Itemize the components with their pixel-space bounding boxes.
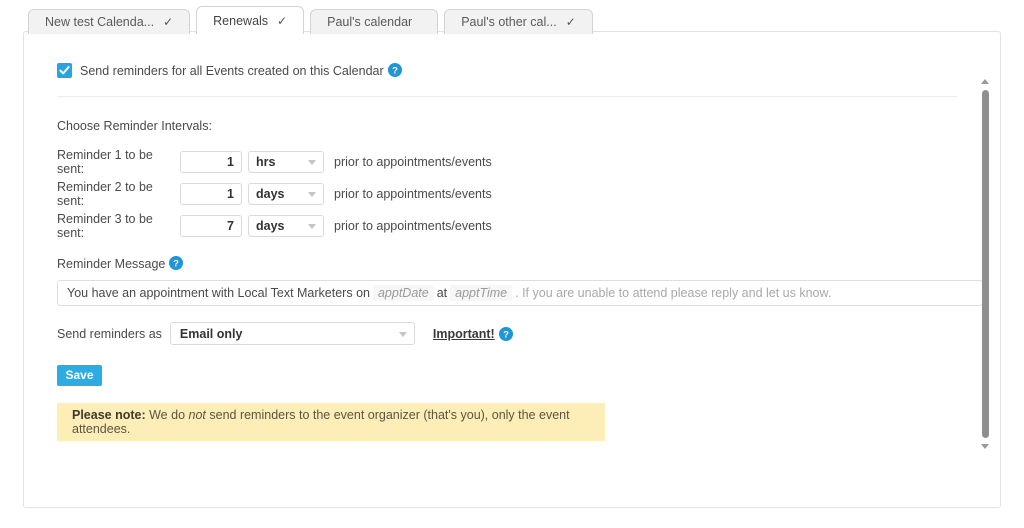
tab-pauls-calendar[interactable]: Paul's calendar (310, 9, 439, 34)
tab-label: Paul's calendar (327, 15, 413, 29)
chevron-down-icon (308, 192, 316, 197)
message-token-appttime: apptTime (450, 285, 513, 301)
send-reminders-checkbox[interactable] (57, 63, 72, 78)
reminder-message-input[interactable]: You have an appointment with Local Text … (57, 280, 983, 306)
help-circle-icon[interactable]: ? (498, 326, 513, 341)
send-reminders-as-value: Email only (179, 326, 243, 341)
choose-intervals-label: Choose Reminder Intervals: (57, 119, 212, 133)
note-emphasis: not (188, 408, 206, 422)
calendar-tabs: New test Calenda... ✓ Renewals ✓ Paul's … (28, 6, 599, 34)
calendar-reminders-screen: New test Calenda... ✓ Renewals ✓ Paul's … (0, 0, 1024, 528)
message-part-1: You have an appointment with Local Text … (67, 286, 370, 300)
reminder-1-unit-value: hrs (256, 155, 276, 169)
section-divider (57, 96, 957, 97)
tab-check-icon: ✓ (163, 15, 174, 29)
reminder-3-suffix: prior to appointments/events (334, 219, 492, 233)
please-note-banner: Please note: We do not send reminders to… (57, 403, 605, 441)
reminder-2-unit-select[interactable]: days (248, 183, 324, 205)
send-reminders-as-label: Send reminders as (57, 326, 162, 341)
tab-label: Paul's other cal... (461, 15, 557, 29)
reminder-1-unit-select[interactable]: hrs (248, 151, 324, 173)
reminder-3-label: Reminder 3 to be sent: (57, 212, 153, 240)
tab-check-icon: ✓ (565, 15, 576, 29)
reminder-2-suffix: prior to appointments/events (334, 187, 492, 201)
svg-text:?: ? (503, 329, 509, 340)
reminders-panel-body: Send reminders for all Events created on… (24, 32, 1000, 507)
reminder-2-value-input[interactable] (180, 183, 242, 205)
send-reminders-as-select[interactable]: Email only (169, 322, 415, 345)
reminder-3-unit-value: days (256, 219, 285, 233)
panel-scrollbar[interactable] (978, 79, 992, 449)
tab-label: New test Calenda... (45, 15, 155, 29)
important-link[interactable]: Important! (433, 327, 495, 341)
message-token-apptdate: apptDate (372, 285, 434, 301)
reminder-row-3: Reminder 3 to be sent: days prior to app… (57, 212, 492, 240)
reminder-1-suffix: prior to appointments/events (334, 155, 492, 169)
message-part-2: at (436, 286, 448, 300)
reminder-3-value-input[interactable] (180, 215, 242, 237)
tab-renewals[interactable]: Renewals ✓ (196, 6, 305, 34)
note-before: We do (145, 408, 189, 422)
send-reminders-label: Send reminders for all Events created on… (80, 63, 402, 78)
reminder-message-label: Reminder Message? (57, 256, 184, 271)
reminder-1-value-input[interactable] (180, 151, 242, 173)
svg-text:?: ? (173, 259, 179, 270)
reminder-row-1: Reminder 1 to be sent: hrs prior to appo… (57, 148, 492, 176)
tab-label: Renewals (213, 13, 269, 28)
note-strong: Please note: (72, 408, 146, 422)
tab-check-icon: ✓ (277, 13, 288, 28)
scroll-down-arrow-icon[interactable] (981, 444, 989, 449)
reminder-1-label: Reminder 1 to be sent: (57, 148, 153, 176)
scroll-up-arrow-icon[interactable] (981, 79, 989, 84)
reminders-panel: Send reminders for all Events created on… (23, 31, 1001, 508)
chevron-down-icon (308, 160, 316, 165)
tab-new-test-calendar[interactable]: New test Calenda... ✓ (28, 9, 191, 34)
chevron-down-icon (398, 331, 407, 337)
help-circle-icon[interactable]: ? (387, 63, 402, 77)
tab-pauls-other-calendar[interactable]: Paul's other cal... ✓ (444, 9, 593, 34)
send-reminders-as-row: Send reminders as Email only Important! … (57, 322, 513, 345)
reminder-2-label: Reminder 2 to be sent: (57, 180, 153, 208)
scrollbar-thumb[interactable] (981, 90, 989, 438)
reminder-2-unit-value: days (256, 187, 285, 201)
help-circle-icon[interactable]: ? (169, 256, 184, 270)
message-part-3: . If you are unable to attend please rep… (515, 286, 832, 300)
reminder-3-unit-select[interactable]: days (248, 215, 324, 237)
chevron-down-icon (308, 224, 316, 229)
save-button[interactable]: Save (57, 365, 102, 386)
send-reminders-row[interactable]: Send reminders for all Events created on… (57, 63, 402, 78)
reminder-row-2: Reminder 2 to be sent: days prior to app… (57, 180, 492, 208)
note-text: Please note: We do not send reminders to… (72, 408, 590, 436)
svg-text:?: ? (392, 66, 398, 77)
